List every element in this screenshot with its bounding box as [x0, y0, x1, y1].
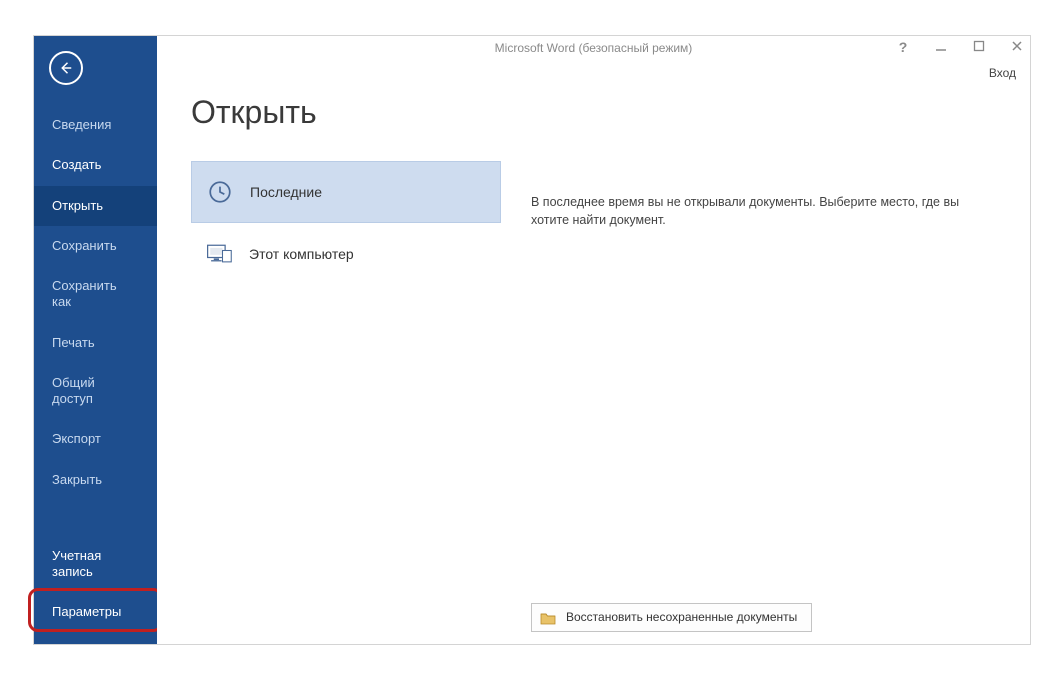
maximize-button[interactable]	[972, 40, 986, 55]
empty-message: В последнее время вы не открывали докуме…	[531, 194, 1000, 229]
recover-button[interactable]: Восстановить несохраненные документы	[531, 603, 812, 632]
location-label: Последние	[250, 184, 322, 200]
locations-column: Открыть Последние	[191, 94, 501, 644]
nav-account[interactable]: Учетная запись	[34, 536, 157, 593]
backstage-sidebar: Сведения Создать Открыть Сохранить Сохра…	[34, 36, 157, 644]
location-label: Этот компьютер	[249, 246, 354, 262]
nav-share[interactable]: Общий доступ	[34, 363, 157, 420]
app-window: Сведения Создать Открыть Сохранить Сохра…	[33, 35, 1031, 645]
nav-options[interactable]: Параметры	[34, 592, 157, 632]
minimize-icon	[935, 40, 947, 52]
main-area: Microsoft Word (безопасный режим) ? Вход…	[157, 36, 1030, 644]
close-icon	[1011, 40, 1023, 52]
back-button[interactable]	[49, 51, 83, 85]
location-recent[interactable]: Последние	[191, 161, 501, 223]
details-column: В последнее время вы не открывали докуме…	[501, 94, 1030, 644]
computer-icon	[205, 240, 233, 268]
recover-label: Восстановить несохраненные документы	[566, 609, 797, 626]
window-controls: ?	[896, 39, 1024, 55]
page-title: Открыть	[191, 94, 501, 131]
nav-saveas[interactable]: Сохранить как	[34, 266, 157, 323]
maximize-icon	[973, 40, 985, 52]
folder-icon	[540, 611, 556, 625]
minimize-button[interactable]	[934, 40, 948, 55]
arrow-left-icon	[57, 59, 75, 77]
location-list: Последние Этот компьютер	[191, 161, 501, 285]
signin-link[interactable]: Вход	[989, 66, 1016, 80]
nav-print[interactable]: Печать	[34, 323, 157, 363]
clock-icon	[206, 178, 234, 206]
nav-info[interactable]: Сведения	[34, 105, 157, 145]
close-button[interactable]	[1010, 40, 1024, 55]
location-computer[interactable]: Этот компьютер	[191, 223, 501, 285]
content: Открыть Последние	[157, 60, 1030, 644]
nav-save[interactable]: Сохранить	[34, 226, 157, 266]
nav-export[interactable]: Экспорт	[34, 419, 157, 459]
titlebar: Microsoft Word (безопасный режим) ?	[157, 36, 1030, 60]
nav-create[interactable]: Создать	[34, 145, 157, 185]
nav-close[interactable]: Закрыть	[34, 460, 157, 500]
nav-open[interactable]: Открыть	[34, 186, 157, 226]
help-button[interactable]: ?	[896, 39, 910, 55]
window-title: Microsoft Word (безопасный режим)	[495, 41, 693, 55]
